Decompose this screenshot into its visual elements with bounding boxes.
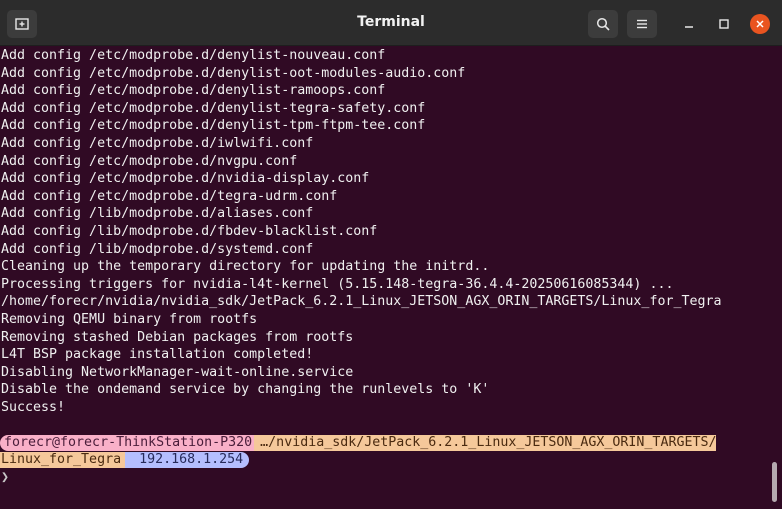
output-line: Add config /lib/modprobe.d/aliases.conf: [1, 206, 314, 222]
output-line: /home/forecr/nvidia/nvidia_sdk/JetPack_6…: [1, 294, 722, 310]
output-line: Disable the ondemand service by changing…: [1, 382, 490, 398]
output-line: L4T BSP package installation completed!: [1, 347, 314, 363]
output-line: Cleaning up the temporary directory for …: [1, 259, 490, 275]
output-line: Add config /etc/modprobe.d/nvidia-displa…: [1, 171, 370, 187]
prompt-user-host: forecr@forecr-ThinkStation-P320: [0, 434, 255, 451]
prompt-line-1: forecr@forecr-ThinkStation-P320 …/nvidia_…: [0, 434, 770, 452]
new-tab-icon: [15, 18, 29, 30]
close-icon: [756, 20, 764, 28]
output-lines: Add config /etc/modprobe.d/denylist-nouv…: [0, 47, 770, 434]
menu-button[interactable]: [627, 10, 657, 38]
scrollbar-thumb[interactable]: [772, 462, 777, 502]
prompt-ip-address: 192.168.1.254: [125, 452, 250, 469]
output-line: Removing QEMU binary from rootfs: [1, 311, 258, 327]
prompt-path-continued: Linux_for_Tegra: [0, 452, 126, 469]
output-line: Add config /etc/modprobe.d/denylist-tpm-…: [1, 118, 426, 134]
output-line: Removing stashed Debian packages from ro…: [1, 329, 354, 345]
output-line: Add config /etc/modprobe.d/denylist-ramo…: [1, 83, 386, 99]
minimize-icon: [685, 26, 693, 28]
output-line: Add config /lib/modprobe.d/fbdev-blackli…: [1, 223, 378, 239]
maximize-button[interactable]: [714, 14, 734, 34]
prompt-line-2: Linux_for_Tegra 192.168.1.254: [0, 452, 770, 470]
prompt-chevron: ❯: [1, 470, 10, 486]
output-line: Processing triggers for nvidia-l4t-kerne…: [1, 276, 674, 292]
output-line: Add config /etc/modprobe.d/tegra-udrm.co…: [1, 188, 338, 204]
terminal-window: Terminal Add config /etc/modprobe.d/deny…: [0, 0, 782, 509]
output-line: Add config /etc/modprobe.d/denylist-oot-…: [1, 65, 466, 81]
close-button[interactable]: [750, 14, 770, 34]
output-line: Disabling NetworkManager-wait-online.ser…: [1, 364, 354, 380]
prompt-input-line[interactable]: ❯: [0, 469, 770, 487]
title-bar[interactable]: Terminal: [0, 0, 782, 46]
output-line: Add config /etc/modprobe.d/nvgpu.conf: [1, 153, 298, 169]
search-icon: [596, 17, 610, 31]
hamburger-menu-icon: [637, 19, 647, 29]
terminal-output[interactable]: Add config /etc/modprobe.d/denylist-nouv…: [0, 47, 770, 509]
output-line: Add config /lib/modprobe.d/systemd.conf: [1, 241, 314, 257]
new-tab-button[interactable]: [7, 10, 37, 38]
output-line: Add config /etc/modprobe.d/denylist-nouv…: [1, 48, 386, 63]
maximize-icon: [719, 19, 729, 29]
prompt-path: …/nvidia_sdk/JetPack_6.2.1_Linux_JETSON_…: [254, 434, 717, 451]
search-button[interactable]: [588, 10, 618, 38]
output-line: Add config /etc/modprobe.d/iwlwifi.conf: [1, 135, 314, 151]
output-line: Add config /etc/modprobe.d/denylist-tegr…: [1, 100, 426, 116]
minimize-button[interactable]: [679, 14, 699, 34]
output-line: Success!: [1, 399, 66, 415]
window-title: Terminal: [357, 14, 425, 30]
